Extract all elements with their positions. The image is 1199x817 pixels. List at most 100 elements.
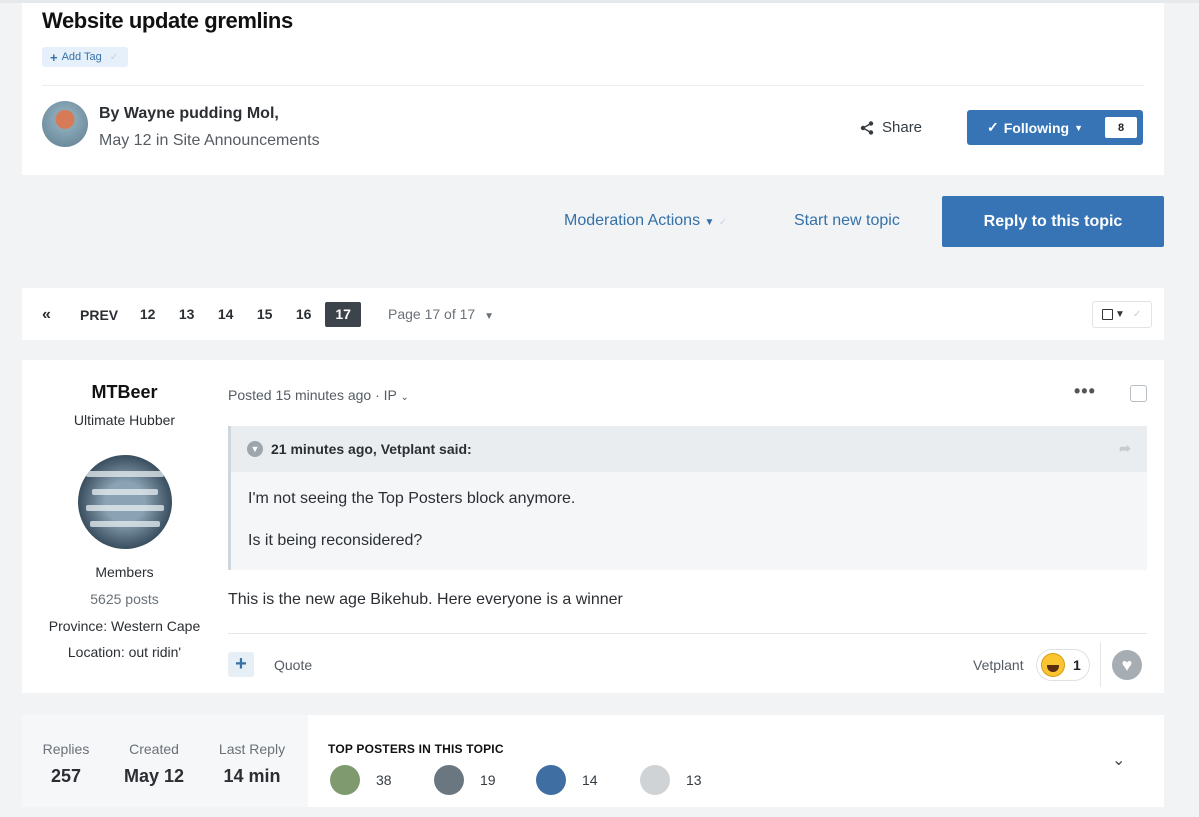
topic-dateline: May 12 in Site Announcements xyxy=(99,132,320,149)
check-icon: ✓ xyxy=(109,51,119,63)
heart-icon[interactable]: ♥ xyxy=(1112,650,1142,680)
moderation-actions-label: Moderation Actions xyxy=(564,212,701,229)
stat-label: Created xyxy=(129,741,179,757)
current-page: 17 xyxy=(325,302,362,327)
top-poster[interactable]: 13 xyxy=(640,765,702,795)
top-poster[interactable]: 19 xyxy=(434,765,496,795)
avatar-art xyxy=(86,471,164,477)
top-poster[interactable]: 38 xyxy=(330,765,392,795)
top-poster-avatar xyxy=(330,765,360,795)
post-author-province: Province: Western Cape xyxy=(48,618,201,634)
top-poster-count: 13 xyxy=(686,772,702,788)
start-new-topic-link[interactable]: Start new topic xyxy=(794,212,900,230)
top-poster[interactable]: 14 xyxy=(536,765,598,795)
share-arrow-icon[interactable]: ➦ xyxy=(1119,440,1131,457)
reaction-divider xyxy=(1100,642,1101,687)
following-button[interactable]: ✓ Following ▼ 8 xyxy=(967,110,1143,145)
first-page-icon[interactable]: « xyxy=(42,306,60,324)
quote-line: Is it being reconsidered? xyxy=(248,532,423,549)
page-link[interactable]: 14 xyxy=(206,302,245,327)
checkbox-icon xyxy=(1102,309,1113,320)
avatar-art xyxy=(92,489,158,495)
reaction-summary[interactable]: 1 xyxy=(1036,649,1090,681)
top-poster-count: 19 xyxy=(480,772,496,788)
page-link[interactable]: 12 xyxy=(128,302,167,327)
share-icon xyxy=(860,120,874,135)
avatar-art xyxy=(86,505,164,511)
chevron-down-icon[interactable]: ⌄ xyxy=(1112,750,1125,770)
add-tag-label: Add Tag xyxy=(61,51,102,63)
chevron-down-icon: ▼ xyxy=(247,441,263,457)
reaction-user[interactable]: Vetplant xyxy=(973,657,1024,673)
check-icon: ✓ xyxy=(718,217,728,228)
more-options-icon[interactable]: ••• xyxy=(1074,381,1096,402)
post-footer-divider xyxy=(228,633,1147,634)
chevron-down-icon: ⌄ xyxy=(400,392,409,403)
post-meta[interactable]: Posted 15 minutes ago · IP ⌄ xyxy=(228,387,409,403)
top-posters-panel: TOP POSTERS IN THIS TOPIC 38 19 14 13 ⌄ xyxy=(308,715,1164,807)
pagination: « PREV 12 13 14 15 16 17 xyxy=(42,302,362,327)
topic-stats: Replies 257 Created May 12 Last Reply 14… xyxy=(22,715,1164,807)
quote-line: I'm not seeing the Top Posters block any… xyxy=(248,490,576,507)
avatar-art xyxy=(90,521,160,527)
quote-button[interactable]: Quote xyxy=(274,657,312,673)
multiquote-plus-button[interactable]: + xyxy=(228,652,254,677)
page-link[interactable]: 16 xyxy=(284,302,323,327)
share-button[interactable]: Share xyxy=(860,119,922,136)
quote-citation: 21 minutes ago, Vetplant said: xyxy=(271,441,472,457)
page-link[interactable]: 13 xyxy=(167,302,206,327)
caret-down-icon: ▼ xyxy=(484,311,494,322)
top-poster-avatar xyxy=(434,765,464,795)
prev-page-link[interactable]: PREV xyxy=(80,307,118,323)
top-poster-avatar xyxy=(536,765,566,795)
stat-label: Replies xyxy=(42,741,90,757)
topic-header: Website update gremlins + Add Tag ✓ By W… xyxy=(22,3,1164,175)
stat-value: May 12 xyxy=(123,766,185,786)
reply-to-topic-button[interactable]: Reply to this topic xyxy=(942,196,1164,247)
replies-stat: Replies 257 xyxy=(42,741,90,787)
stat-value: 14 min xyxy=(223,766,281,786)
post-timestamp: Posted 15 minutes ago · IP xyxy=(228,387,397,403)
page-of-label: Page 17 of 17 xyxy=(388,306,476,322)
post: MTBeer Ultimate Hubber Members 5625 post… xyxy=(22,360,1164,693)
plus-icon: + xyxy=(50,49,58,65)
created-stat: Created May 12 xyxy=(122,741,186,787)
page-link[interactable]: 15 xyxy=(245,302,284,327)
post-author-location: Location: out ridin' xyxy=(67,644,182,660)
last-reply-stat: Last Reply 14 min xyxy=(216,741,288,787)
post-author-group: Members xyxy=(95,564,154,580)
quote-header[interactable]: ▼ 21 minutes ago, Vetplant said: ➦ xyxy=(231,426,1147,472)
top-posters-title: TOP POSTERS IN THIS TOPIC xyxy=(328,742,504,756)
followers-count[interactable]: 8 xyxy=(1105,117,1137,138)
pagination-bar: « PREV 12 13 14 15 16 17 Page 17 of 17 ▼… xyxy=(22,288,1164,340)
add-tag-button[interactable]: + Add Tag ✓ xyxy=(42,47,128,67)
caret-down-icon: ▼ xyxy=(1074,122,1083,133)
topic-byline[interactable]: By Wayne pudding Mol, xyxy=(99,105,279,123)
post-author-name[interactable]: MTBeer xyxy=(22,382,227,403)
post-body: This is the new age Bikehub. Here everyo… xyxy=(228,591,623,608)
multi-select-toggle[interactable]: ▼ ✓ xyxy=(1092,301,1152,328)
check-icon: ✓ xyxy=(1132,309,1142,320)
quoted-post: ▼ 21 minutes ago, Vetplant said: ➦ I'm n… xyxy=(228,426,1147,570)
page-jump-dropdown[interactable]: Page 17 of 17 ▼ xyxy=(388,306,494,322)
author-avatar[interactable] xyxy=(42,101,88,147)
post-author-avatar[interactable] xyxy=(78,455,172,549)
top-poster-count: 38 xyxy=(376,772,392,788)
moderation-actions-menu[interactable]: Moderation Actions ▼ ✓ xyxy=(564,212,727,230)
post-author-posts: 5625 posts xyxy=(90,591,159,607)
caret-down-icon: ▼ xyxy=(1115,309,1125,320)
following-label: Following xyxy=(1003,119,1070,136)
reaction-count: 1 xyxy=(1073,657,1081,673)
laugh-emoji-icon xyxy=(1041,653,1065,677)
check-icon: ✓ xyxy=(987,119,999,135)
post-select-checkbox[interactable] xyxy=(1130,385,1147,402)
caret-down-icon: ▼ xyxy=(704,217,715,228)
post-author-rank: Ultimate Hubber xyxy=(73,412,176,428)
share-label: Share xyxy=(882,119,923,136)
top-poster-count: 14 xyxy=(582,772,598,788)
stat-value: 257 xyxy=(50,766,82,786)
top-poster-avatar xyxy=(640,765,670,795)
stat-label: Last Reply xyxy=(218,741,286,757)
topic-title: Website update gremlins xyxy=(42,8,293,33)
header-divider xyxy=(42,85,1144,86)
